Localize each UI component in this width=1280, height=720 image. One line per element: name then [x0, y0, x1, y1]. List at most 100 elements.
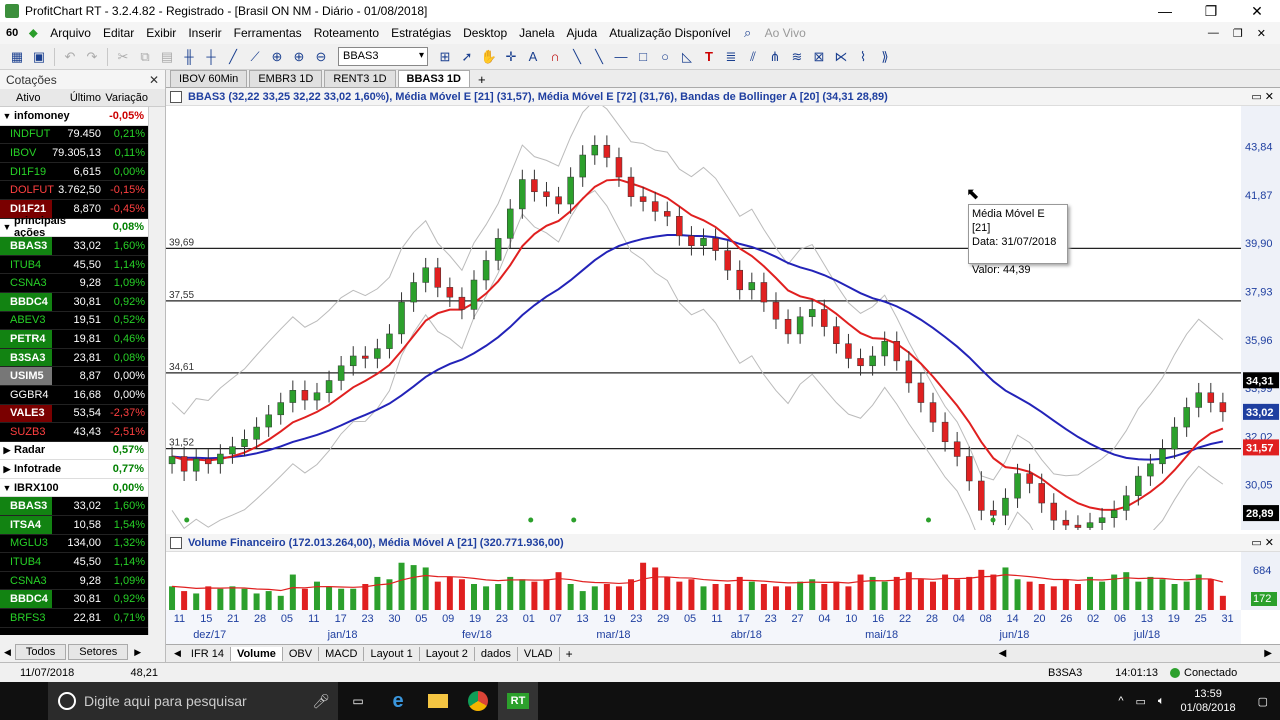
rectangle-icon[interactable]: □	[634, 48, 652, 66]
ray-icon[interactable]: ╲	[590, 48, 608, 66]
arcs-icon[interactable]: ≋	[788, 48, 806, 66]
channel-icon[interactable]: ⫽	[744, 48, 762, 66]
quote-row[interactable]: ABEV3 19,51 0,52%	[0, 311, 148, 331]
undo-icon[interactable]: ↶	[61, 48, 79, 66]
quote-row[interactable]: B3SA3 23,81 0,08%	[0, 348, 148, 368]
quote-row[interactable]: CSNA3 9,28 1,09%	[0, 571, 148, 591]
crosshair-icon[interactable]: ✛	[502, 48, 520, 66]
add-tab-icon[interactable]: +	[560, 647, 579, 661]
price-chart[interactable]: 39,69 37,55 34,61 31,52 43,84 41,87 39,90 37,93…	[166, 106, 1280, 530]
edge-icon[interactable]: e	[378, 682, 418, 720]
quote-row[interactable]: CSNA3 9,28 1,09%	[0, 274, 148, 293]
area-type-icon[interactable]: ⟋	[246, 48, 264, 66]
quote-row[interactable]: BBAS3 33,02 1,60%	[0, 237, 148, 256]
chrome-icon[interactable]	[458, 682, 498, 720]
menu-inserir[interactable]: Inserir	[182, 26, 227, 40]
tab-bbas3[interactable]: BBAS3 1D	[397, 70, 470, 87]
col-ativo[interactable]: Ativo	[0, 92, 52, 104]
pf-chart-icon[interactable]: ⊞	[436, 48, 454, 66]
volume-icon[interactable]: 🔈︎	[1152, 695, 1171, 708]
magnet-icon[interactable]: ∩	[546, 48, 564, 66]
mdi-close-icon[interactable]: ✕	[1257, 27, 1266, 40]
quote-row[interactable]: BRFS3 22,81 0,71%	[0, 609, 148, 628]
tab-ifr14[interactable]: IFR 14	[185, 646, 231, 661]
panel-checkbox-icon[interactable]	[170, 90, 182, 103]
expanded-arrow-icon[interactable]: ▼	[0, 222, 14, 232]
menu-ferramentas[interactable]: Ferramentas	[228, 26, 308, 40]
bar-type-icon[interactable]: ┼	[202, 48, 220, 66]
network-icon[interactable]: ▭	[1130, 695, 1152, 708]
scroll-right-icon[interactable]: ▶	[1264, 648, 1280, 659]
quote-row[interactable]: INDFUT 79.450 0,21%	[0, 125, 148, 145]
quote-group[interactable]: ▼ IBRX100 0,00%	[0, 478, 148, 498]
quote-group[interactable]: ▶ Infotrade 0,77%	[0, 460, 148, 479]
text-tool-icon[interactable]: A	[524, 48, 542, 66]
search-icon[interactable]: ⌕	[739, 24, 757, 42]
volume-chart[interactable]: 684 172	[166, 552, 1280, 610]
col-ultimo[interactable]: Último	[52, 92, 104, 104]
hline-icon[interactable]: —	[612, 48, 630, 66]
scroll-left-icon[interactable]: ◀	[999, 648, 1007, 659]
menu-exibir[interactable]: Exibir	[140, 26, 182, 40]
trendline-icon[interactable]: ╲	[568, 48, 586, 66]
collapsed-arrow-icon[interactable]: ▶	[0, 464, 14, 475]
panel-controls[interactable]: ▭ ✕	[1251, 536, 1280, 549]
save-icon[interactable]: ▣	[30, 48, 48, 66]
fibonacci-icon[interactable]: ≣	[722, 48, 740, 66]
taskbar-search[interactable]: Digite aqui para pesquisar 🎤︎	[48, 682, 338, 720]
quote-row[interactable]: GGBR4 16,68 0,00%	[0, 385, 148, 405]
col-variacao[interactable]: Variação	[104, 92, 148, 104]
line-type-icon[interactable]: ╱	[224, 48, 242, 66]
quote-group[interactable]: ▼ principais ações 0,08%	[0, 215, 148, 239]
paste-icon[interactable]: ▤	[158, 48, 176, 66]
cut-icon[interactable]: ✂	[114, 48, 132, 66]
cycles-icon[interactable]: ⌇	[854, 48, 872, 66]
menu-ajuda[interactable]: Ajuda	[561, 26, 604, 40]
copy-icon[interactable]: ⧉	[136, 48, 154, 66]
tab-prev-icon[interactable]: ◀	[170, 648, 185, 659]
redo-icon[interactable]: ↷	[83, 48, 101, 66]
collapsed-arrow-icon[interactable]: ▶	[0, 445, 14, 456]
maximize-button[interactable]: ❐	[1188, 3, 1234, 20]
chart-icon[interactable]: ▦	[8, 48, 26, 66]
more-tools-icon[interactable]: ⟫	[876, 48, 894, 66]
ellipse-icon[interactable]: ○	[656, 48, 674, 66]
expanded-arrow-icon[interactable]: ▼	[0, 111, 14, 121]
tab-vlad[interactable]: VLAD	[518, 646, 560, 661]
quote-row[interactable]: ITSA4 10,58 1,54%	[0, 516, 148, 535]
tab-layout2[interactable]: Layout 2	[420, 646, 475, 661]
zoom-out-icon[interactable]: ⊖	[312, 48, 330, 66]
close-icon[interactable]: ✕	[149, 73, 159, 87]
candle-type-icon[interactable]: ╫	[180, 48, 198, 66]
microphone-icon[interactable]: 🎤︎	[312, 693, 330, 710]
symbol-select[interactable]: BBAS3	[338, 47, 428, 66]
tab-dados[interactable]: dados	[475, 646, 518, 661]
menu-ao-vivo[interactable]: Ao Vivo	[759, 26, 812, 40]
tab-todos[interactable]: Todos	[14, 644, 67, 660]
tab-prev-icon[interactable]: ◀	[0, 647, 15, 658]
tab-embr3[interactable]: EMBR3 1D	[249, 70, 323, 87]
quote-row[interactable]: IBOV 79.305,13 0,11%	[0, 144, 148, 163]
quote-row[interactable]: BBAS3 33,02 1,60%	[0, 497, 148, 517]
task-view-icon[interactable]: ▭	[338, 682, 378, 720]
tab-volume[interactable]: Volume	[230, 646, 283, 661]
clock[interactable]: 13:59 01/08/2018	[1171, 687, 1246, 715]
text-red-icon[interactable]: T	[700, 48, 718, 66]
tab-ibov[interactable]: IBOV 60Min	[170, 70, 248, 87]
menu-atualizacao[interactable]: Atualização Disponível	[603, 26, 736, 40]
quote-row[interactable]: SUZB3 43,43 -2,51%	[0, 423, 148, 442]
tab-macd[interactable]: MACD	[319, 646, 365, 661]
pointer-icon[interactable]: ➚	[458, 48, 476, 66]
tab-next-icon[interactable]: ▶	[130, 647, 145, 658]
quote-row[interactable]: PETR4 19,81 0,46%	[0, 330, 148, 349]
tab-setores[interactable]: Setores	[68, 644, 129, 660]
tray-up-icon[interactable]: ^	[1112, 695, 1129, 707]
quote-group[interactable]: ▶ Radar 0,57%	[0, 441, 148, 461]
zoom-fit-icon[interactable]: ⊕	[268, 48, 286, 66]
mdi-restore-icon[interactable]: ❐	[1233, 27, 1243, 40]
expanded-arrow-icon[interactable]: ▼	[0, 483, 14, 493]
quote-row[interactable]: DOLFUT 3.762,50 -0,15%	[0, 181, 148, 200]
notification-icon[interactable]: ▢	[1246, 695, 1280, 708]
menu-arquivo[interactable]: Arquivo	[44, 26, 97, 40]
panel-controls[interactable]: ▭ ✕	[1251, 90, 1280, 103]
